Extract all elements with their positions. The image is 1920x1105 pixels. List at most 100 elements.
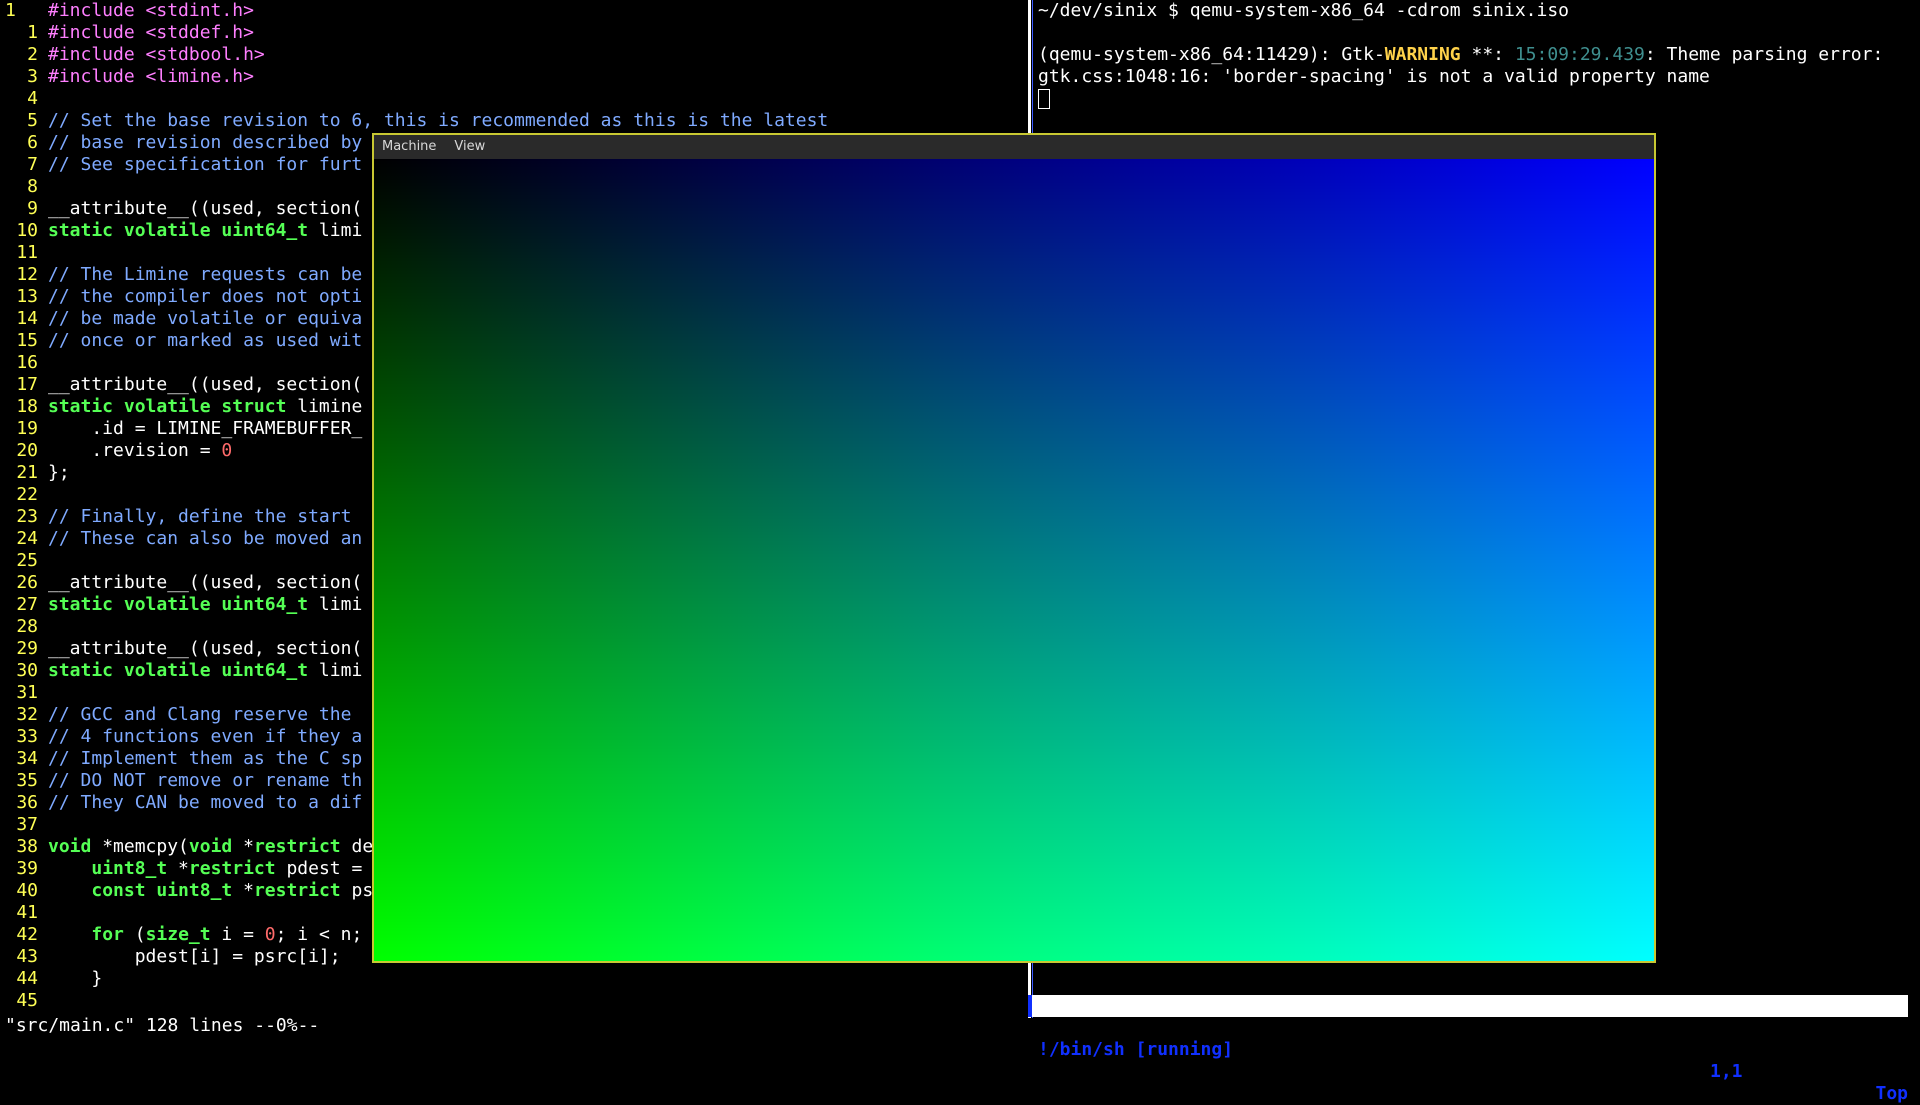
code-text: .revision = 0: [48, 440, 233, 461]
line-number: 30: [16, 660, 38, 681]
terminal-prompt-line: ~/dev/sinix $ qemu-system-x86_64 -cdrom …: [1038, 0, 1570, 21]
code-text: #include <limine.h>: [48, 66, 254, 87]
line-number: 27: [16, 594, 38, 615]
code-text: // The Limine requests can be: [48, 264, 363, 285]
terminal-status-line: !/bin/sh [running] 1,1 Top: [1028, 995, 1908, 1104]
code-line[interactable]: 1 #include <stddef.h>: [0, 22, 1024, 44]
terminal-status-name: !/bin/sh [running]: [1038, 1039, 1234, 1060]
code-text: // be made volatile or equiva: [48, 308, 363, 329]
code-text: pdest[i] = psrc[i];: [48, 946, 341, 967]
code-text: #include <stddef.h>: [48, 22, 254, 43]
line-number: 34: [16, 748, 38, 769]
line-number: 14: [16, 308, 38, 329]
terminal-cursor: [1038, 89, 1050, 109]
code-text: // Set the base revision to 6, this is r…: [48, 110, 829, 131]
code-text: static volatile uint64_t limi: [48, 660, 363, 681]
code-text: // GCC and Clang reserve the: [48, 704, 352, 725]
line-number: 29: [16, 638, 38, 659]
vim-status-line: "src/main.c" 128 lines --0%--: [5, 1015, 320, 1036]
line-number: 33: [16, 726, 38, 747]
code-text: void *memcpy(void *restrict de: [48, 836, 374, 857]
line-number: 13: [16, 286, 38, 307]
line-number: 38: [16, 836, 38, 857]
line-number: 39: [16, 858, 38, 879]
code-text: }: [48, 968, 103, 989]
code-text: __attribute__((used, section(: [48, 198, 363, 219]
line-number: 43: [16, 946, 38, 967]
code-text: static volatile uint64_t limi: [48, 220, 363, 241]
line-number: 16: [16, 352, 38, 373]
qemu-window[interactable]: Machine View: [372, 133, 1656, 963]
code-text: // DO NOT remove or rename th: [48, 770, 363, 791]
line-number: 28: [16, 616, 38, 637]
line-number: 2: [27, 44, 38, 65]
code-text: // See specification for furt: [48, 154, 363, 175]
line-number: 35: [16, 770, 38, 791]
line-number: 32: [16, 704, 38, 725]
line-number: 8: [27, 176, 38, 197]
code-text: __attribute__((used, section(: [48, 572, 363, 593]
code-text: #include <stdint.h>: [48, 0, 254, 21]
code-text: // 4 functions even if they a: [48, 726, 363, 747]
code-line[interactable]: 1 #include <stdint.h>: [0, 0, 1024, 22]
line-number: 42: [16, 924, 38, 945]
code-text: };: [48, 462, 70, 483]
code-line[interactable]: 44 }: [0, 968, 1024, 990]
line-number: 1: [27, 22, 38, 43]
code-text: .id = LIMINE_FRAMEBUFFER_: [48, 418, 363, 439]
code-line[interactable]: 5 // Set the base revision to 6, this is …: [0, 110, 1024, 132]
line-number: 44: [16, 968, 38, 989]
line-number: 1: [5, 0, 16, 21]
code-text: // Finally, define the start: [48, 506, 352, 527]
code-text: // They CAN be moved to a dif: [48, 792, 363, 813]
code-text: // Implement them as the C sp: [48, 748, 363, 769]
line-number: 10: [16, 220, 38, 241]
line-number: 6: [27, 132, 38, 153]
line-number: 11: [16, 242, 38, 263]
line-number: 40: [16, 880, 38, 901]
code-line[interactable]: 4: [0, 88, 1024, 110]
line-number: 18: [16, 396, 38, 417]
line-number: 31: [16, 682, 38, 703]
line-number: 9: [27, 198, 38, 219]
menu-machine[interactable]: Machine: [382, 135, 436, 159]
qemu-display-framebuffer[interactable]: [374, 159, 1654, 961]
line-number: 25: [16, 550, 38, 571]
code-text: // the compiler does not opti: [48, 286, 363, 307]
line-number: 26: [16, 572, 38, 593]
line-number: 3: [27, 66, 38, 87]
line-number: 19: [16, 418, 38, 439]
code-text: static volatile struct limine: [48, 396, 363, 417]
code-line[interactable]: 2 #include <stdbool.h>: [0, 44, 1024, 66]
code-text: __attribute__((used, section(: [48, 374, 363, 395]
code-text: const uint8_t *restrict ps: [91, 880, 374, 901]
code-text: __attribute__((used, section(: [48, 638, 363, 659]
terminal-status-scroll: Top: [1875, 1083, 1908, 1104]
line-number: 24: [16, 528, 38, 549]
gtk-warning-line-2: gtk.css:1048:16: 'border-spacing' is not…: [1038, 66, 1710, 87]
code-text: // These can also be moved an: [48, 528, 363, 549]
line-number: 23: [16, 506, 38, 527]
code-text: // base revision described by: [48, 132, 363, 153]
line-number: 5: [27, 110, 38, 131]
gtk-warning-line: (qemu-system-x86_64:11429): Gtk-WARNING …: [1038, 44, 1884, 65]
qemu-menubar: Machine View: [374, 135, 1654, 159]
menu-view[interactable]: View: [454, 135, 485, 159]
line-number: 21: [16, 462, 38, 483]
code-text: uint8_t *restrict pdest =: [91, 858, 363, 879]
code-text: for (size_t i = 0; i < n;: [91, 924, 363, 945]
code-line[interactable]: 45: [0, 990, 1024, 1012]
line-number: 15: [16, 330, 38, 351]
line-number: 37: [16, 814, 38, 835]
code-text: #include <stdbool.h>: [48, 44, 265, 65]
code-line[interactable]: 3 #include <limine.h>: [0, 66, 1024, 88]
line-number: 17: [16, 374, 38, 395]
code-text: // once or marked as used wit: [48, 330, 363, 351]
code-text: static volatile uint64_t limi: [48, 594, 363, 615]
line-number: 12: [16, 264, 38, 285]
line-number: 36: [16, 792, 38, 813]
line-number: 41: [16, 902, 38, 923]
line-number: 7: [27, 154, 38, 175]
line-number: 20: [16, 440, 38, 461]
line-number: 22: [16, 484, 38, 505]
